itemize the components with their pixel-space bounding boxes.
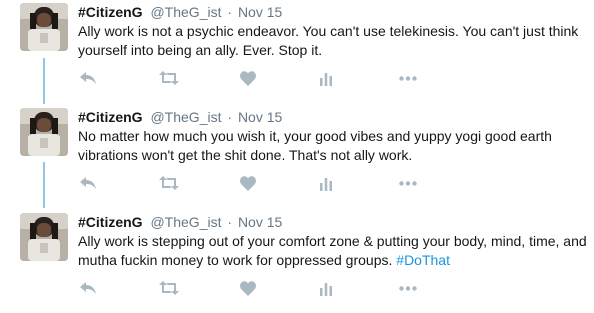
tweet-actions <box>78 69 418 87</box>
analytics-button[interactable] <box>316 279 336 297</box>
reply-button[interactable] <box>78 174 98 192</box>
avatar[interactable] <box>20 213 68 261</box>
display-name[interactable]: #CitizenG <box>78 109 143 125</box>
reply-icon <box>80 177 96 189</box>
display-name[interactable]: #CitizenG <box>78 4 143 20</box>
more-icon <box>399 285 417 291</box>
like-icon <box>240 175 256 191</box>
tweet-text: Ally work is stepping out of your comfor… <box>78 232 588 270</box>
more-button[interactable] <box>398 174 418 192</box>
avatar[interactable] <box>20 3 68 51</box>
user-handle[interactable]: @TheG_ist <box>150 109 221 125</box>
more-button[interactable] <box>398 69 418 87</box>
retweet-icon <box>159 176 179 190</box>
tweet-header: #CitizenG @TheG_ist · Nov 15 <box>78 213 282 231</box>
hashtag-link[interactable]: #DoThat <box>396 252 450 268</box>
analytics-button[interactable] <box>316 69 336 87</box>
like-button[interactable] <box>238 69 258 87</box>
tweet-text: Ally work is not a psychic endeavor. You… <box>78 22 588 60</box>
retweet-button[interactable] <box>159 174 179 192</box>
tweet-body: Ally work is not a psychic endeavor. You… <box>78 23 579 58</box>
user-handle[interactable]: @TheG_ist <box>150 4 221 20</box>
reply-icon <box>80 72 96 84</box>
tweet-date[interactable]: Nov 15 <box>238 4 282 20</box>
analytics-icon <box>320 282 332 296</box>
retweet-icon <box>159 281 179 295</box>
analytics-button[interactable] <box>316 174 336 192</box>
tweet-actions <box>78 174 418 192</box>
tweet-actions <box>78 279 418 297</box>
retweet-button[interactable] <box>159 279 179 297</box>
tweet-header: #CitizenG @TheG_ist · Nov 15 <box>78 3 282 21</box>
display-name[interactable]: #CitizenG <box>78 214 143 230</box>
separator: · <box>227 109 233 125</box>
tweet-text: No matter how much you wish it, your goo… <box>78 127 588 165</box>
analytics-icon <box>320 72 332 86</box>
user-handle[interactable]: @TheG_ist <box>150 214 221 230</box>
tweet-date[interactable]: Nov 15 <box>238 109 282 125</box>
reply-button[interactable] <box>78 279 98 297</box>
tweet[interactable]: #CitizenG @TheG_ist · Nov 15 No matter h… <box>0 105 594 208</box>
tweet[interactable]: #CitizenG @TheG_ist · Nov 15 Ally work i… <box>0 0 594 103</box>
analytics-icon <box>320 177 332 191</box>
more-icon <box>399 75 417 81</box>
separator: · <box>227 214 233 230</box>
more-icon <box>399 180 417 186</box>
avatar[interactable] <box>20 108 68 156</box>
like-icon <box>240 280 256 296</box>
like-button[interactable] <box>238 279 258 297</box>
reply-icon <box>80 282 96 294</box>
more-button[interactable] <box>398 279 418 297</box>
like-button[interactable] <box>238 174 258 192</box>
retweet-button[interactable] <box>159 69 179 87</box>
like-icon <box>240 70 256 86</box>
tweet-body: No matter how much you wish it, your goo… <box>78 128 552 163</box>
tweet-date[interactable]: Nov 15 <box>238 214 282 230</box>
retweet-icon <box>159 71 179 85</box>
separator: · <box>227 4 233 20</box>
reply-button[interactable] <box>78 69 98 87</box>
tweet-header: #CitizenG @TheG_ist · Nov 15 <box>78 108 282 126</box>
tweet-body: Ally work is stepping out of your comfor… <box>78 233 587 268</box>
